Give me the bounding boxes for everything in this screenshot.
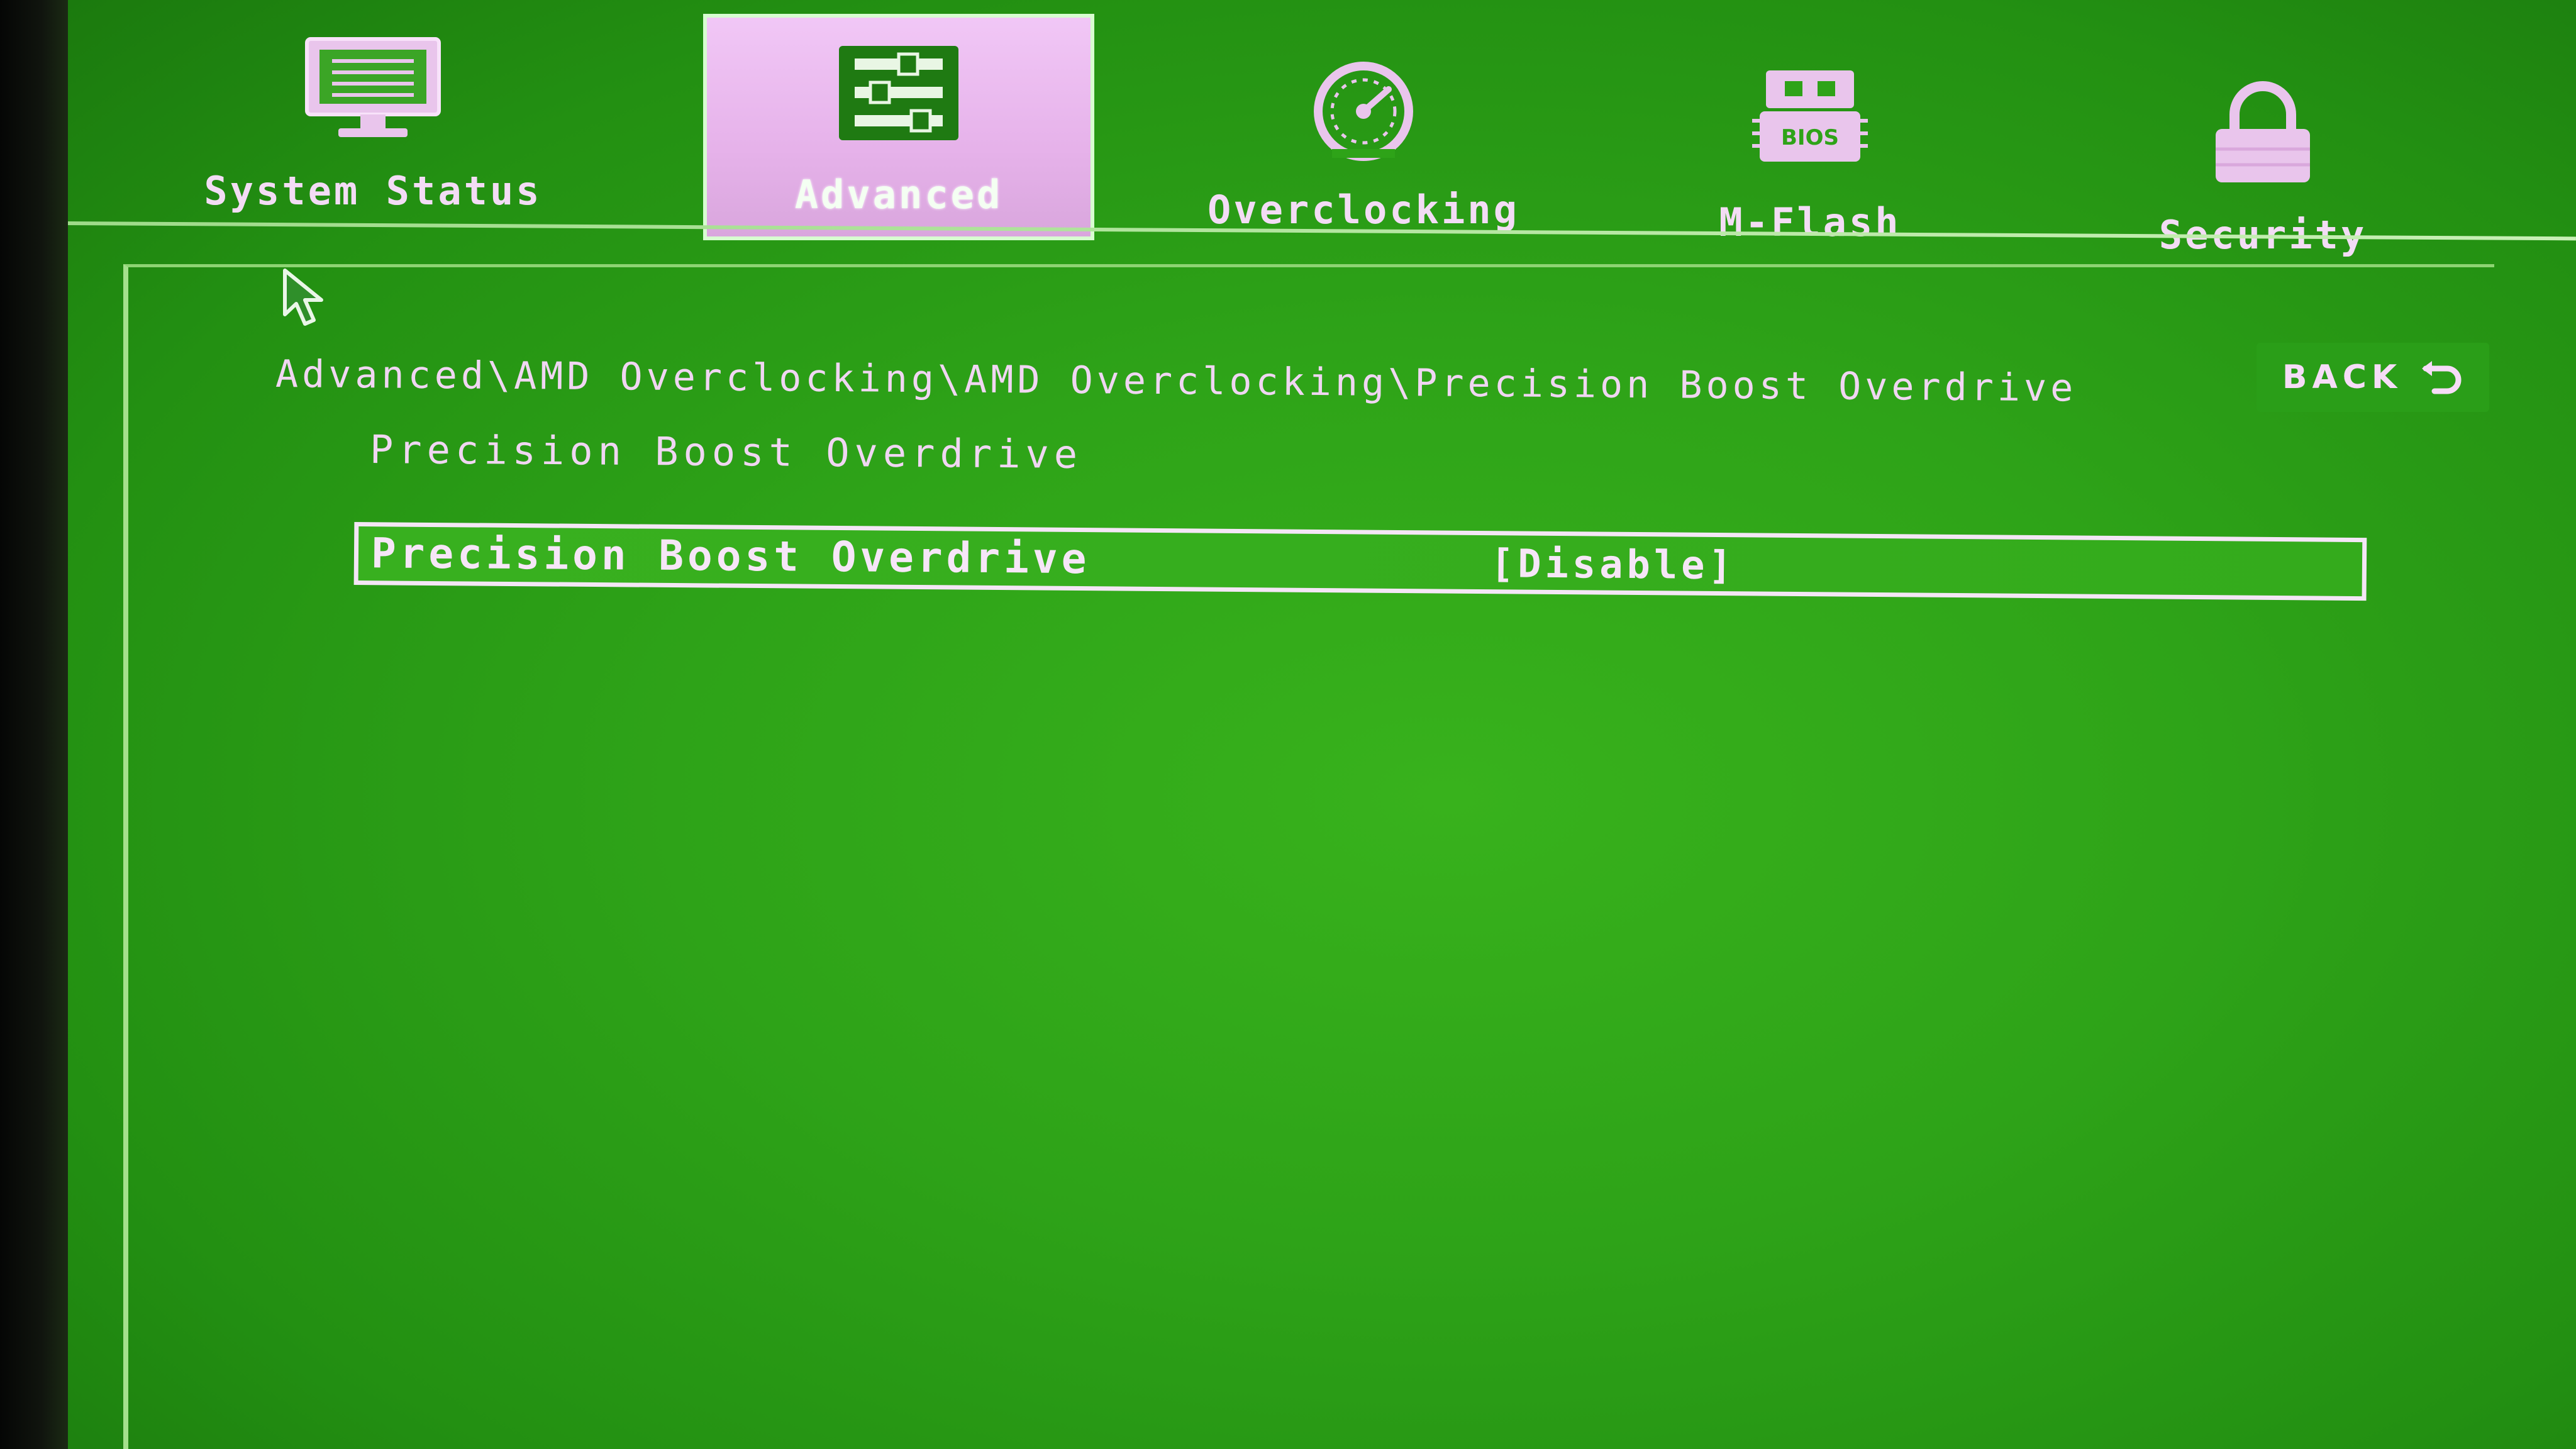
top-navigation: System Status Advanced Overclocking BIOS… — [68, 0, 2576, 258]
return-arrow-icon — [2422, 361, 2462, 394]
padlock-icon — [2190, 74, 2335, 193]
monitor-icon — [301, 30, 445, 149]
back-button-label: BACK — [2282, 358, 2402, 396]
setting-value[interactable]: [Disable] — [1491, 540, 1736, 588]
tab-m-flash[interactable]: BIOS M-Flash — [1684, 50, 1936, 245]
monitor-bezel — [0, 0, 68, 1449]
bios-chip-text: BIOS — [1781, 125, 1839, 150]
tab-security[interactable]: Security — [2112, 63, 2414, 258]
tab-label: M-Flash — [1719, 199, 1901, 245]
bios-chip-icon: BIOS — [1738, 61, 1882, 180]
tab-advanced[interactable]: Advanced — [703, 14, 1094, 240]
section-title: Precision Boost Overdrive — [369, 426, 1083, 477]
bios-screen: System Status Advanced Overclocking BIOS… — [68, 0, 2576, 1449]
tab-system-status[interactable]: System Status — [204, 25, 540, 214]
back-button[interactable]: BACK — [2257, 343, 2489, 412]
sliders-icon — [826, 33, 971, 153]
setting-label: Precision Boost Overdrive — [370, 529, 1091, 584]
tab-label: Overclocking — [1208, 187, 1519, 233]
tab-label: Advanced — [794, 172, 1003, 218]
speedometer-icon — [1291, 48, 1436, 168]
mouse-cursor-icon — [283, 269, 323, 326]
tab-overclocking[interactable]: Overclocking — [1187, 38, 1540, 233]
tab-label: System Status — [204, 168, 542, 214]
